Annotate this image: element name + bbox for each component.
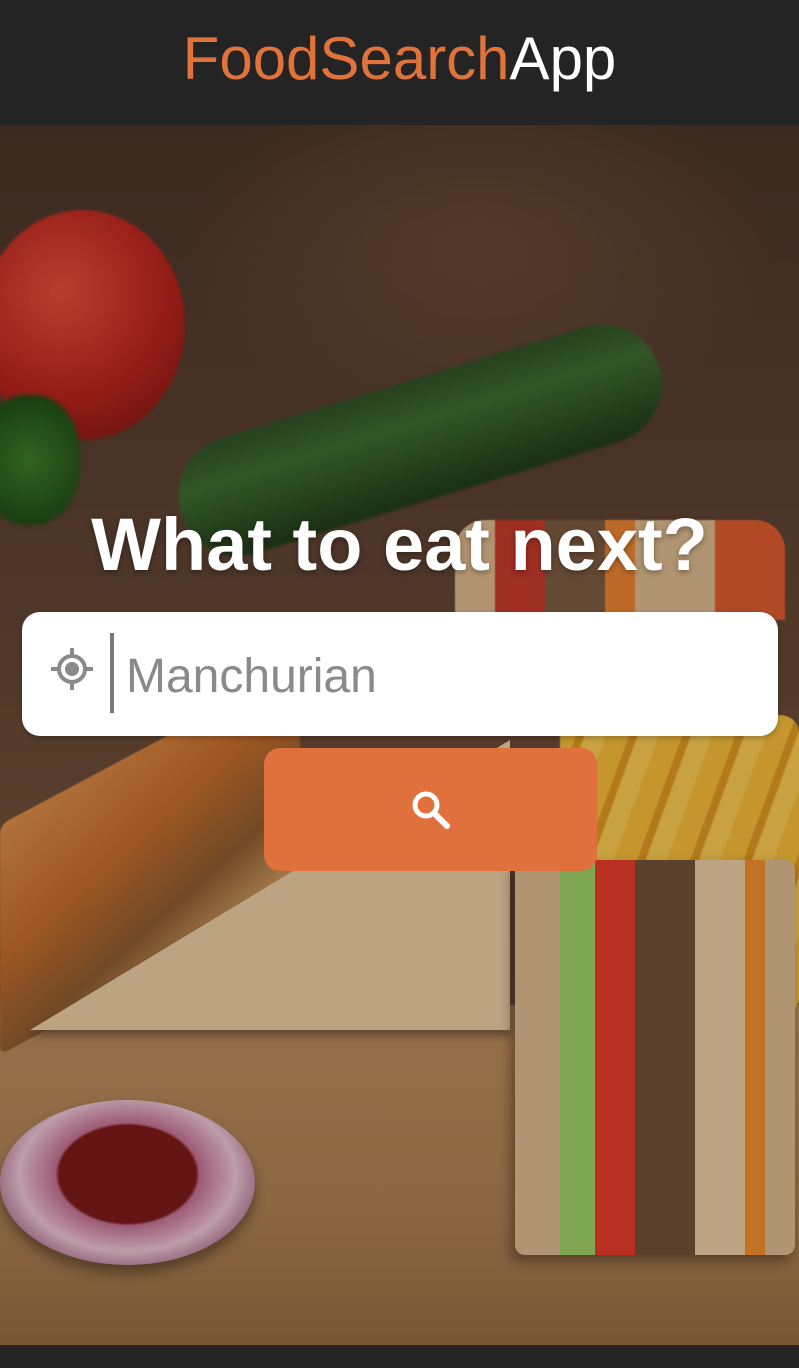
app-title-secondary: App [509,24,617,92]
food-search-input[interactable] [126,636,746,716]
location-crosshair-icon[interactable] [48,645,96,693]
bottom-navigation-bar [0,1345,799,1368]
search-button[interactable] [264,748,597,871]
top-app-bar: FoodSearchApp [0,0,799,125]
app-title-primary: FoodSearch [182,24,510,92]
search-icon [412,791,450,829]
app-root: FoodSearchApp What to eat next? [0,0,799,1368]
hero-heading: What to eat next? [91,503,708,586]
app-title: FoodSearchApp [183,28,617,89]
text-cursor [110,633,114,713]
